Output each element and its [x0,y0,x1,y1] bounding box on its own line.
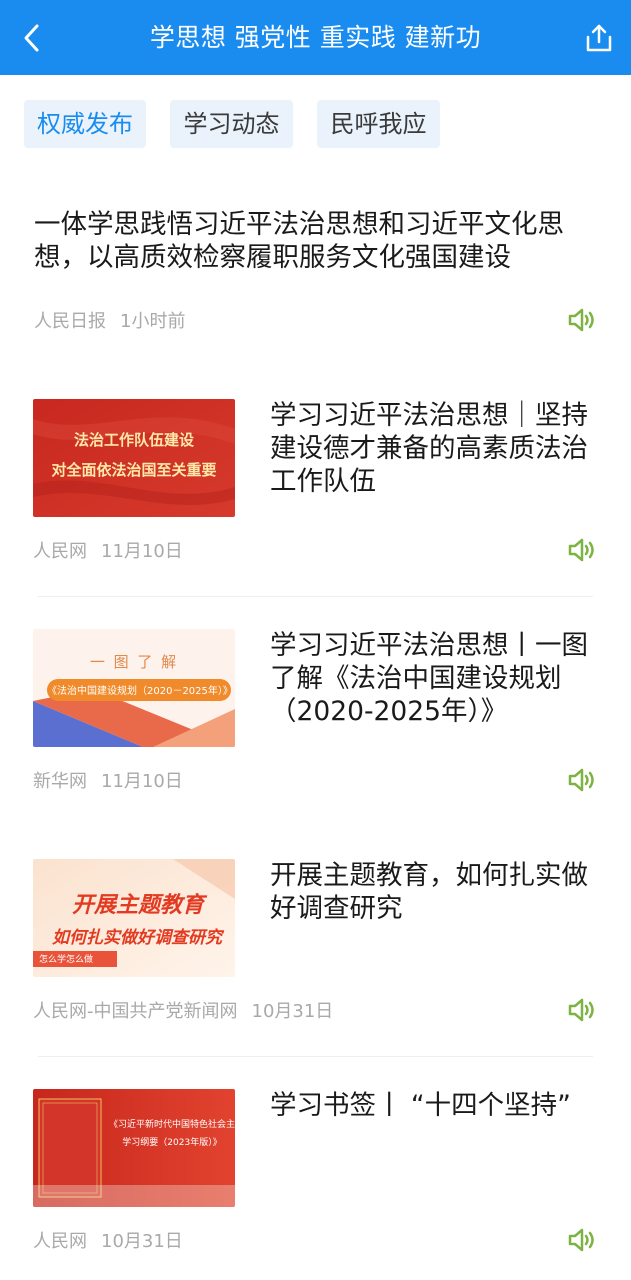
article-time: 10月31日 [101,1231,183,1252]
article-source: 人民日报 [34,311,106,332]
share-button[interactable] [581,18,617,58]
thumb-text-2: 对全面依法治国至关重要 [51,461,217,479]
article-time: 11月10日 [101,771,183,792]
thumb-text-2: 《法治中国建设规划（2020－2025年）》 [47,686,233,697]
list-item[interactable]: 一体学思践悟习近平法治思想和习近平文化思想，以高质效检察履职服务文化强国建设 人… [0,180,631,355]
page-title: 学思想 强党性 重实践 建新功 [149,23,482,52]
list-item[interactable]: 开展主题教育 如何扎实做好调查研究 怎么学怎么做 开展主题教育，如何扎实做好调查… [0,859,631,1089]
thumb-text-2: 学习纲要（2023年版）》 [122,1138,222,1148]
article-thumbnail: 一 图 了 解 《法治中国建设规划（2020－2025年）》 [33,629,235,747]
back-button[interactable] [14,18,50,58]
divider [38,1056,593,1057]
thumb-text-1: 法治工作队伍建设 [73,431,194,449]
article-thumbnail: 《习近平新时代中国特色社会主 学习纲要（2023年版）》 [33,1089,235,1207]
article-source: 人民网-中国共产党新闻网 [33,1001,238,1022]
article-title: 开展主题教育，如何扎实做好调查研究 [270,860,588,924]
article-thumbnail: 开展主题教育 如何扎实做好调查研究 怎么学怎么做 [33,859,235,977]
article-meta: 人民日报 1小时前 [34,307,185,333]
article-source: 人民网 [33,1231,87,1252]
tab-public-voice[interactable]: 民呼我应 [317,100,440,148]
category-tabs: 权威发布 学习动态 民呼我应 [0,100,631,148]
article-title: 一体学思践悟习近平法治思想和习近平文化思想，以高质效检察履职服务文化强国建设 [34,209,564,273]
thumb-text-3: 怎么学怎么做 [39,955,94,965]
thumb-text-1: 《习近平新时代中国特色社会主 [109,1120,235,1130]
article-title: 学习书签丨 “十四个坚持” [270,1090,571,1121]
thumb-text-1: 开展主题教育 [71,893,204,918]
thumb-text-1: 一 图 了 解 [89,653,179,671]
list-item[interactable]: 《习近平新时代中国特色社会主 学习纲要（2023年版）》 学习书签丨 “十四个坚… [0,1089,631,1280]
list-item[interactable]: 法治工作队伍建设 对全面依法治国至关重要 学习习近平法治思想｜坚持建设德才兼备的… [0,399,631,629]
article-source: 人民网 [33,541,87,562]
list-item[interactable]: 一 图 了 解 《法治中国建设规划（2020－2025年）》 学习习近平法治思想… [0,629,631,859]
article-time: 11月10日 [101,541,183,562]
back-arrow-icon [24,24,39,52]
divider [38,596,593,597]
article-thumbnail: 法治工作队伍建设 对全面依法治国至关重要 [33,399,235,517]
article-meta: 新华网 11月10日 [33,767,183,793]
article-meta: 人民网 10月31日 [33,1227,183,1253]
article-source: 新华网 [33,771,87,792]
article-title: 学习习近平法治思想｜坚持建设德才兼备的高素质法治工作队伍 [270,400,588,497]
article-time: 10月31日 [251,1001,334,1022]
tab-authoritative-release[interactable]: 权威发布 [24,100,146,148]
speaker-icon[interactable] [566,305,596,335]
thumb-text-2: 如何扎实做好调查研究 [52,928,222,948]
article-title: 学习习近平法治思想丨一图了解《法治中国建设规划（2020-2025年）》 [270,630,588,727]
speaker-icon[interactable] [566,765,596,795]
app-header: 学思想 强党性 重实践 建新功 [0,0,631,75]
speaker-icon[interactable] [566,1225,596,1255]
tab-study-news[interactable]: 学习动态 [170,100,293,148]
speaker-icon[interactable] [566,535,596,565]
article-meta: 人民网 11月10日 [33,537,183,563]
article-meta: 人民网-中国共产党新闻网 10月31日 [33,997,333,1023]
article-time: 1小时前 [120,311,186,332]
share-icon [586,24,612,52]
speaker-icon[interactable] [566,995,596,1025]
